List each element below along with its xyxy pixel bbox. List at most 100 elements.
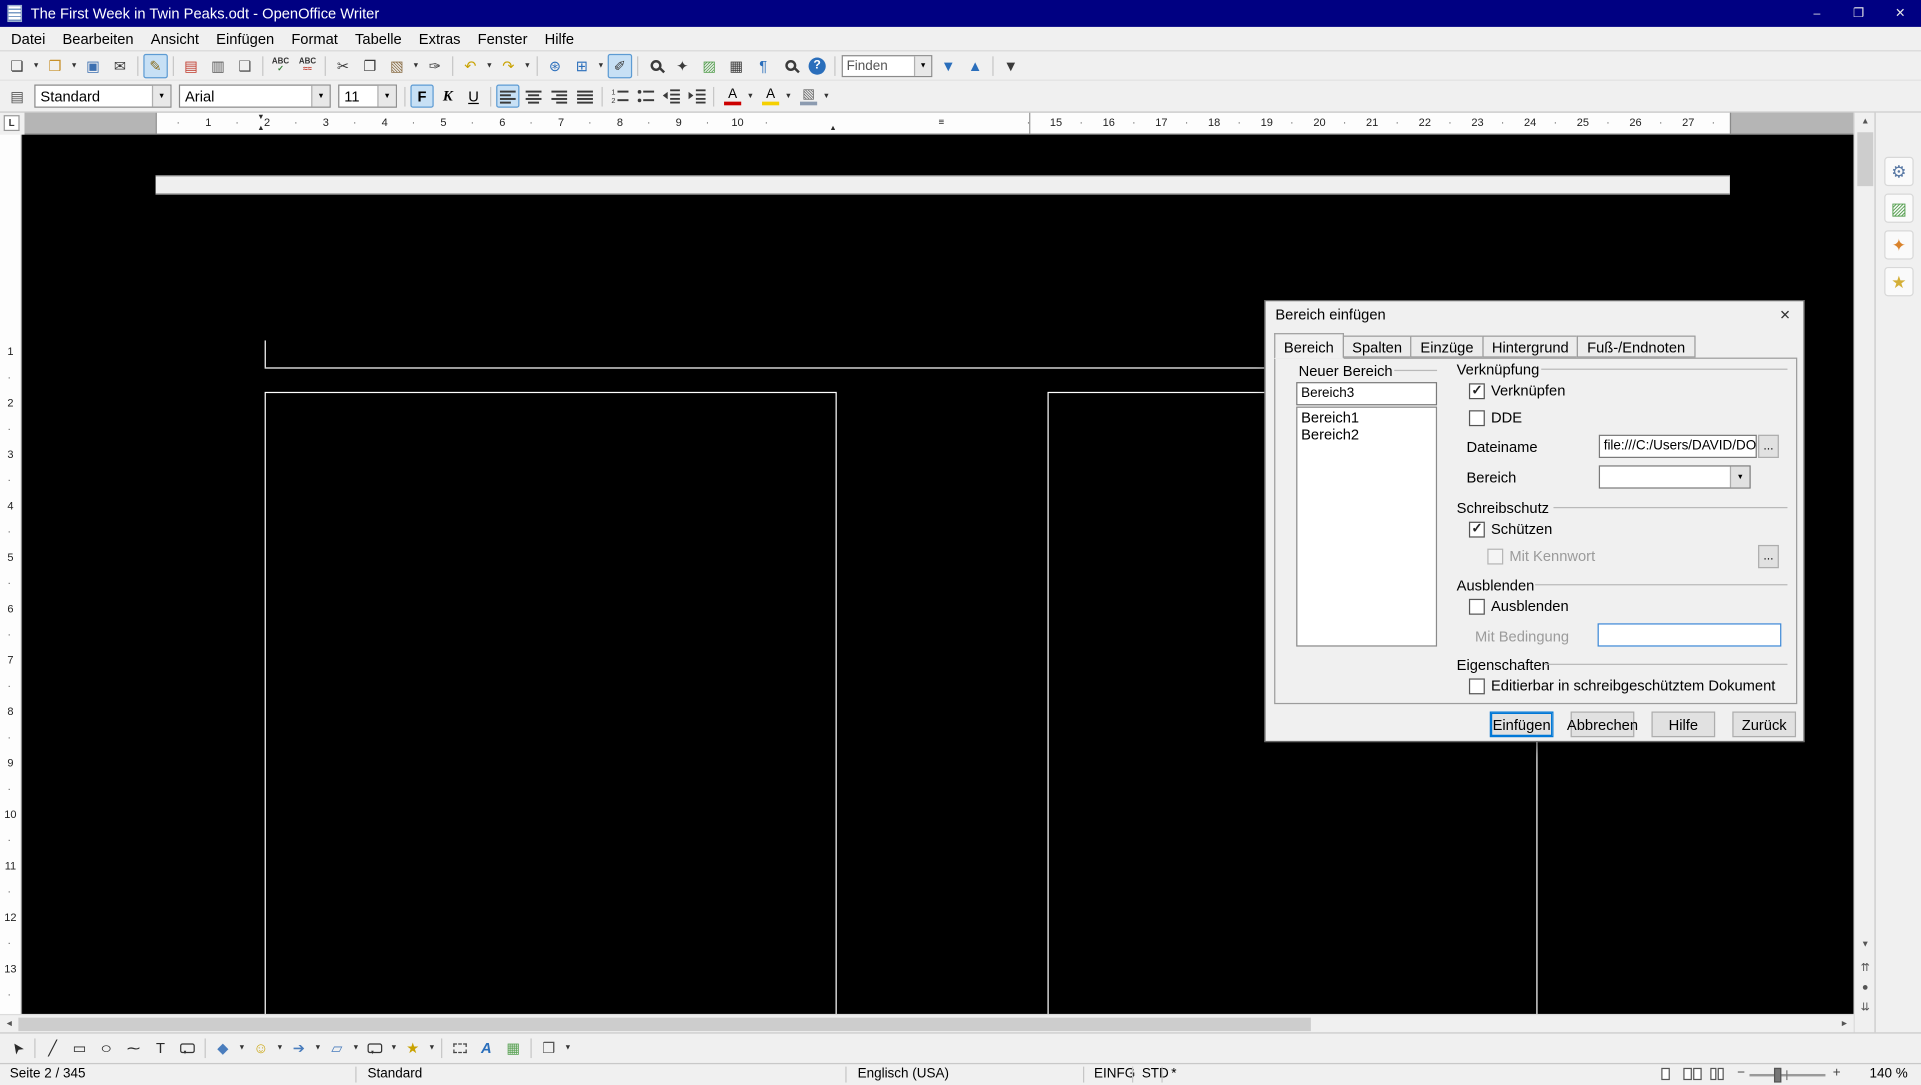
password-checkbox-label[interactable]: Mit Kennwort	[1509, 547, 1595, 564]
help-icon[interactable]: ?	[805, 53, 830, 77]
nonprinting-characters-icon[interactable]: ¶	[751, 53, 776, 77]
symbol-shapes-icon-dropdown-icon[interactable]: ▼	[274, 1036, 285, 1060]
vertical-scrollbar[interactable]: ▲ ▼ ⇈ ● ⇊	[1854, 113, 1875, 1033]
right-indent-marker[interactable]: ▲	[829, 125, 836, 132]
flowchart-icon[interactable]: ▱	[325, 1036, 350, 1060]
status-insert-mode[interactable]: EINFG	[1094, 1067, 1135, 1082]
undo-icon[interactable]: ↶	[458, 53, 483, 77]
single-page-view-icon[interactable]	[1661, 1068, 1670, 1080]
cancel-button[interactable]: Abbrechen	[1571, 711, 1635, 737]
print-icon[interactable]: ▥	[206, 53, 231, 77]
status-zoom-value[interactable]: 140 %	[1870, 1067, 1908, 1082]
bullet-list-button[interactable]	[633, 84, 656, 107]
horizontal-scrollbar[interactable]: ◄ ►	[0, 1014, 1854, 1032]
zoom-out-icon[interactable]: −	[1737, 1065, 1745, 1080]
dde-checkbox[interactable]	[1469, 410, 1485, 426]
editable-checkbox-label[interactable]: Editierbar in schreibgeschütztem Dokumen…	[1491, 677, 1775, 694]
scroll-left-icon[interactable]: ◄	[0, 1015, 18, 1033]
callouts-icon[interactable]	[363, 1036, 388, 1060]
fontwork-gallery-icon[interactable]: A	[474, 1036, 499, 1060]
zoom-icon[interactable]	[778, 53, 803, 77]
restore-button[interactable]: ❐	[1838, 0, 1880, 27]
text-icon[interactable]: T	[148, 1036, 173, 1060]
decrease-indent-button[interactable]	[659, 84, 682, 107]
status-page-number[interactable]: Seite 2 / 345	[10, 1067, 86, 1082]
tab-bereich[interactable]: Bereich	[1274, 333, 1343, 359]
hide-checkbox-label[interactable]: Ausblenden	[1491, 598, 1569, 615]
extrusion-icon-dropdown-icon[interactable]: ▼	[562, 1036, 573, 1060]
undo-icon-dropdown-icon[interactable]: ▼	[484, 53, 495, 77]
section-list-item[interactable]: Bereich2	[1297, 425, 1435, 442]
menu-ansicht[interactable]: Ansicht	[142, 28, 207, 50]
save-icon[interactable]: ▣	[81, 53, 106, 77]
minimize-button[interactable]: –	[1796, 0, 1838, 27]
filename-browse-button[interactable]: ...	[1758, 435, 1779, 458]
close-button[interactable]: ✕	[1879, 0, 1921, 27]
highlighting-button[interactable]: A	[758, 84, 783, 107]
book-view-icon[interactable]	[1710, 1068, 1723, 1080]
dde-checkbox-label[interactable]: DDE	[1491, 409, 1522, 426]
text-frame-left[interactable]	[265, 392, 837, 1014]
menu-tabelle[interactable]: Tabelle	[346, 28, 410, 50]
tab-marker[interactable]: ≡	[938, 119, 944, 126]
sidebar-navigator-icon[interactable]: ✦	[1884, 230, 1913, 259]
paste-icon[interactable]: ▧	[385, 53, 410, 77]
send-email-icon[interactable]: ✉	[108, 53, 133, 77]
password-checkbox[interactable]	[1487, 549, 1503, 565]
insert-button[interactable]: Einfügen	[1490, 711, 1554, 737]
status-selection-mode[interactable]: STD	[1142, 1067, 1169, 1082]
paste-icon-dropdown-icon[interactable]: ▼	[410, 53, 421, 77]
background-color-dropdown-icon[interactable]: ▼	[821, 84, 832, 108]
scroll-right-icon[interactable]: ►	[1835, 1015, 1853, 1033]
points-icon[interactable]	[447, 1036, 472, 1060]
help-button[interactable]: Hilfe	[1651, 711, 1715, 737]
link-checkbox[interactable]	[1469, 383, 1485, 399]
stars-icon[interactable]: ★	[401, 1036, 426, 1060]
protect-checkbox-label[interactable]: Schützen	[1491, 520, 1552, 537]
page-preview-icon[interactable]: ❑	[233, 53, 258, 77]
filename-input[interactable]: file:///C:/Users/DAVID/DOWN	[1599, 435, 1757, 458]
freeform-line-icon[interactable]: ∼	[121, 1036, 146, 1060]
paragraph-style-combobox[interactable]: Standard ▼	[34, 84, 171, 107]
previous-page-icon[interactable]: ⇈	[1855, 958, 1876, 978]
draw-functions-icon[interactable]: ✐	[608, 53, 633, 77]
hide-checkbox[interactable]	[1469, 599, 1485, 615]
select-icon[interactable]: ➤	[5, 1036, 30, 1060]
italic-button[interactable]: K	[436, 84, 459, 107]
tab-hintergrund[interactable]: Hintergrund	[1482, 336, 1578, 358]
section-list-item[interactable]: Bereich1	[1297, 408, 1435, 425]
chevron-down-icon[interactable]: ▼	[152, 86, 170, 107]
increase-indent-button[interactable]	[685, 84, 708, 107]
navigator-icon[interactable]: ✦	[670, 53, 695, 77]
zoom-in-icon[interactable]: +	[1833, 1065, 1841, 1080]
new-document-icon-dropdown-icon[interactable]: ▼	[31, 53, 42, 77]
section-list[interactable]: Bereich1Bereich2	[1296, 407, 1437, 647]
underline-button[interactable]: U	[462, 84, 485, 107]
redo-icon[interactable]: ↷	[496, 53, 521, 77]
ellipse-icon[interactable]: ○	[94, 1036, 119, 1060]
cut-icon[interactable]: ✂	[331, 53, 356, 77]
font-color-button[interactable]: A	[720, 84, 745, 107]
find-next-icon[interactable]: ▼	[936, 53, 961, 77]
justify-button[interactable]	[573, 84, 596, 107]
gallery-icon[interactable]: ▨	[697, 53, 722, 77]
link-checkbox-label[interactable]: Verknüpfen	[1491, 382, 1565, 399]
basic-shapes-icon[interactable]: ◆	[211, 1036, 236, 1060]
paragraph-style-value[interactable]: Standard	[36, 88, 152, 105]
font-color-dropdown-icon[interactable]: ▼	[745, 84, 756, 108]
status-page-style[interactable]: Standard	[368, 1067, 423, 1082]
block-arrows-icon[interactable]: ➔	[287, 1036, 312, 1060]
font-size-value[interactable]: 11	[339, 88, 377, 105]
copy-icon[interactable]: ❐	[358, 53, 383, 77]
dialog-close-icon[interactable]: ✕	[1767, 301, 1804, 328]
sidebar-gallery-icon[interactable]: ▨	[1884, 193, 1913, 222]
scroll-up-icon[interactable]: ▲	[1855, 113, 1876, 131]
menu-format[interactable]: Format	[283, 28, 347, 50]
section-name-input[interactable]: Bereich3	[1296, 382, 1437, 405]
spellcheck-icon[interactable]: ABC✓	[268, 53, 293, 77]
find-dropdown-icon[interactable]: ▼	[914, 56, 931, 76]
menu-hilfe[interactable]: Hilfe	[536, 28, 583, 50]
align-right-button[interactable]	[548, 84, 571, 107]
numbered-list-button[interactable]: 12	[608, 84, 631, 107]
condition-input[interactable]	[1598, 623, 1782, 646]
